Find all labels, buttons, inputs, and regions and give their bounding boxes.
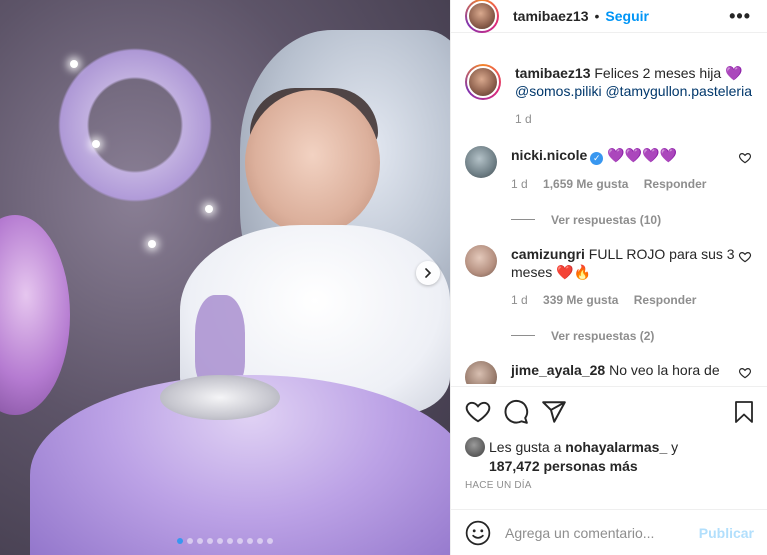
view-replies-button[interactable]: Ver respuestas (2): [511, 329, 754, 343]
likes-prefix: Les gusta a: [489, 439, 562, 455]
carousel-dot: [187, 538, 193, 544]
first-liker-username[interactable]: nohayalarmas_: [565, 439, 667, 455]
commenter-username[interactable]: camizungri: [511, 246, 585, 262]
carousel-dot: [217, 538, 223, 544]
action-bar: [451, 386, 767, 436]
comment-icon[interactable]: [503, 399, 529, 425]
add-comment-bar: Publicar: [451, 509, 767, 555]
chevron-right-icon: [425, 268, 432, 278]
baby-face: [245, 90, 380, 235]
light-sparkle: [148, 240, 156, 248]
author-username[interactable]: tamibaez13: [513, 8, 588, 24]
separator-dot: •: [594, 8, 600, 24]
commenter-avatar[interactable]: [465, 146, 497, 178]
comment-time[interactable]: 1 d: [511, 293, 528, 307]
comment-text: No veo la hora de: [609, 361, 720, 378]
mention-link[interactable]: @tamygullon.pasteleria: [605, 83, 752, 99]
publish-button[interactable]: Publicar: [699, 525, 754, 541]
carousel-dot: [257, 538, 263, 544]
reply-button[interactable]: Responder: [644, 177, 707, 191]
commenter-avatar[interactable]: [465, 244, 497, 277]
commenter-username[interactable]: jime_ayala_28: [511, 362, 605, 378]
liker-avatar[interactable]: [465, 437, 485, 457]
post-header: tamibaez13 • Seguir •••: [451, 0, 767, 33]
caption-avatar[interactable]: [465, 64, 501, 100]
carousel-dot: [237, 538, 243, 544]
comment-item: nicki.nicole ✓ 💜💜💜💜 1 d 1,659 Me gusta Res…: [465, 146, 754, 193]
post-sidebar: tamibaez13 • Seguir ••• tamibaez13 Felic…: [450, 0, 767, 555]
view-replies-label: Ver respuestas (2): [551, 328, 655, 343]
heart-icon[interactable]: [465, 399, 491, 425]
caption-username[interactable]: tamibaez13: [515, 65, 590, 81]
comment-input[interactable]: [505, 524, 691, 541]
mention-link[interactable]: @somos.piliki: [515, 83, 602, 99]
carousel-dot: [177, 538, 183, 544]
commenter-avatar[interactable]: [465, 360, 497, 384]
likes-conjunction: y: [671, 439, 679, 455]
caption-text: Felices 2 meses hija: [594, 65, 722, 81]
comment-emoji: 💜💜💜💜: [607, 147, 677, 163]
ornament-decoration: [0, 215, 70, 415]
post-photo[interactable]: [0, 0, 450, 555]
view-replies-label: Ver respuestas (10): [551, 212, 662, 227]
purple-heart-emoji: 💜: [725, 65, 743, 81]
carousel-indicator: [0, 538, 450, 544]
carousel-dot: [267, 538, 273, 544]
post-timestamp[interactable]: Hace un día: [465, 480, 532, 491]
likes-summary: Les gusta a nohayalarmas_ y 187,472 pers…: [465, 437, 755, 475]
reply-button[interactable]: Responder: [634, 293, 697, 307]
carousel-dot: [207, 538, 213, 544]
share-icon[interactable]: [541, 399, 567, 425]
heart-icon[interactable]: [738, 151, 752, 165]
view-replies-button[interactable]: Ver respuestas (10): [511, 213, 754, 227]
light-sparkle: [92, 140, 100, 148]
comment-item: camizungri FULL ROJO para sus 3 meses ❤️…: [465, 244, 754, 309]
carousel-dot: [227, 538, 233, 544]
light-sparkle: [70, 60, 78, 68]
author-avatar[interactable]: [465, 0, 499, 33]
emoji-icon[interactable]: [465, 520, 491, 546]
caption-time[interactable]: 1 d: [515, 112, 532, 126]
replies-divider: [511, 335, 535, 336]
comment-item: jime_ayala_28 No veo la hora de: [465, 360, 754, 384]
comment-likes[interactable]: 339 Me gusta: [543, 293, 618, 307]
comment-time[interactable]: 1 d: [511, 177, 528, 191]
comment-likes[interactable]: 1,659 Me gusta: [543, 177, 628, 191]
heart-icon[interactable]: [738, 250, 752, 264]
more-options-icon[interactable]: •••: [729, 6, 751, 27]
comment-emoji: ❤️🔥: [556, 263, 591, 280]
carousel-dot: [247, 538, 253, 544]
follow-button[interactable]: Seguir: [605, 8, 649, 24]
tutu-bow: [160, 375, 280, 420]
verified-badge-icon: ✓: [590, 151, 604, 165]
comments-list[interactable]: tamibaez13 Felices 2 meses hija 💜 @somos…: [451, 46, 767, 384]
next-slide-button[interactable]: [416, 261, 440, 285]
post-caption: tamibaez13 Felices 2 meses hija 💜 @somos…: [465, 46, 754, 128]
carousel-dot: [197, 538, 203, 544]
light-sparkle: [205, 205, 213, 213]
likes-count[interactable]: 187,472 personas más: [489, 458, 638, 474]
bookmark-icon[interactable]: [732, 399, 756, 425]
replies-divider: [511, 219, 535, 220]
heart-icon[interactable]: [738, 366, 752, 380]
commenter-username[interactable]: nicki.nicole: [511, 147, 587, 163]
